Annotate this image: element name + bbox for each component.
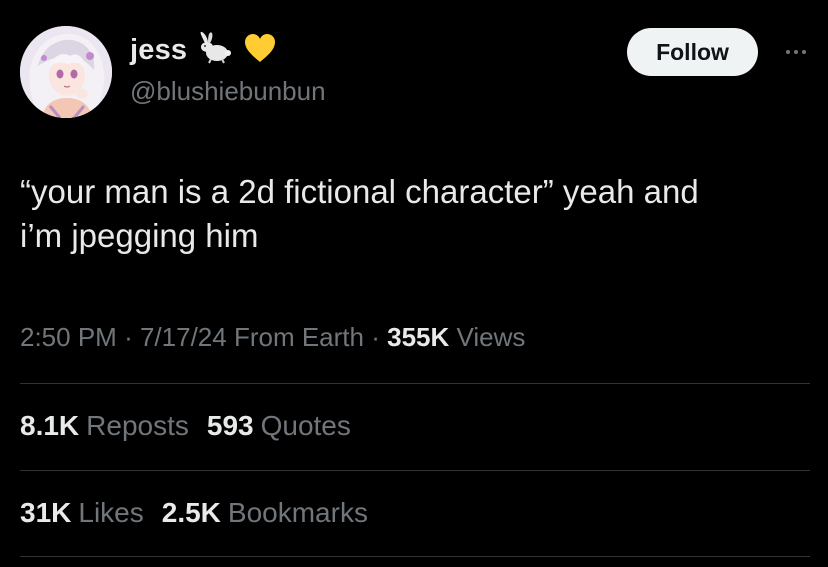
display-name[interactable]: jess	[130, 34, 187, 67]
divider	[20, 383, 810, 384]
tweet-meta: 2:50 PM · 7/17/24 From Earth · 355K View…	[20, 322, 525, 353]
bookmarks-label: Bookmarks	[227, 497, 368, 528]
bookmarks-count: 2.5K	[161, 497, 221, 528]
avatar[interactable]	[20, 26, 112, 118]
tweet-time[interactable]: 2:50 PM	[20, 322, 117, 352]
likes-label: Likes	[78, 497, 144, 528]
more-options-icon[interactable]	[774, 30, 818, 74]
tweet-detail: jess @blushiebunbun Follow “your man is …	[0, 0, 828, 567]
reposts-count: 8.1K	[20, 410, 80, 441]
quotes-label: Quotes	[260, 410, 351, 441]
author-handle[interactable]: @blushiebunbun	[130, 76, 326, 107]
likes-count: 31K	[20, 497, 72, 528]
quotes-count: 593	[206, 410, 254, 441]
views-label: Views	[456, 322, 526, 352]
tweet-source: From Earth	[233, 322, 364, 352]
engagement-row-2: 31K Likes 2.5K Bookmarks	[20, 497, 386, 529]
tweet-text: “your man is a 2d fictional character” y…	[20, 170, 810, 258]
tweet-date[interactable]: 7/17/24	[140, 322, 227, 352]
likes-stat[interactable]: 31K Likes	[20, 497, 144, 529]
author-name-row: jess	[130, 30, 277, 70]
meta-separator: ·	[124, 322, 133, 352]
tweet-text-line-2: i’m jpegging him	[20, 217, 259, 254]
reposts-label: Reposts	[86, 410, 189, 441]
reposts-stat[interactable]: 8.1K Reposts	[20, 410, 189, 442]
divider	[20, 470, 810, 471]
divider	[20, 556, 810, 557]
avatar-image	[20, 26, 112, 118]
yellow-heart-icon	[243, 32, 277, 69]
follow-button[interactable]: Follow	[627, 28, 758, 76]
engagement-row-1: 8.1K Reposts 593 Quotes	[20, 410, 369, 442]
bookmarks-stat[interactable]: 2.5K Bookmarks	[162, 497, 368, 529]
tweet-text-line-1: “your man is a 2d fictional character” y…	[20, 173, 699, 210]
meta-separator: ·	[371, 322, 380, 352]
rabbit-icon	[195, 31, 235, 70]
quotes-stat[interactable]: 593 Quotes	[207, 410, 351, 442]
views-count: 355K	[387, 322, 450, 352]
